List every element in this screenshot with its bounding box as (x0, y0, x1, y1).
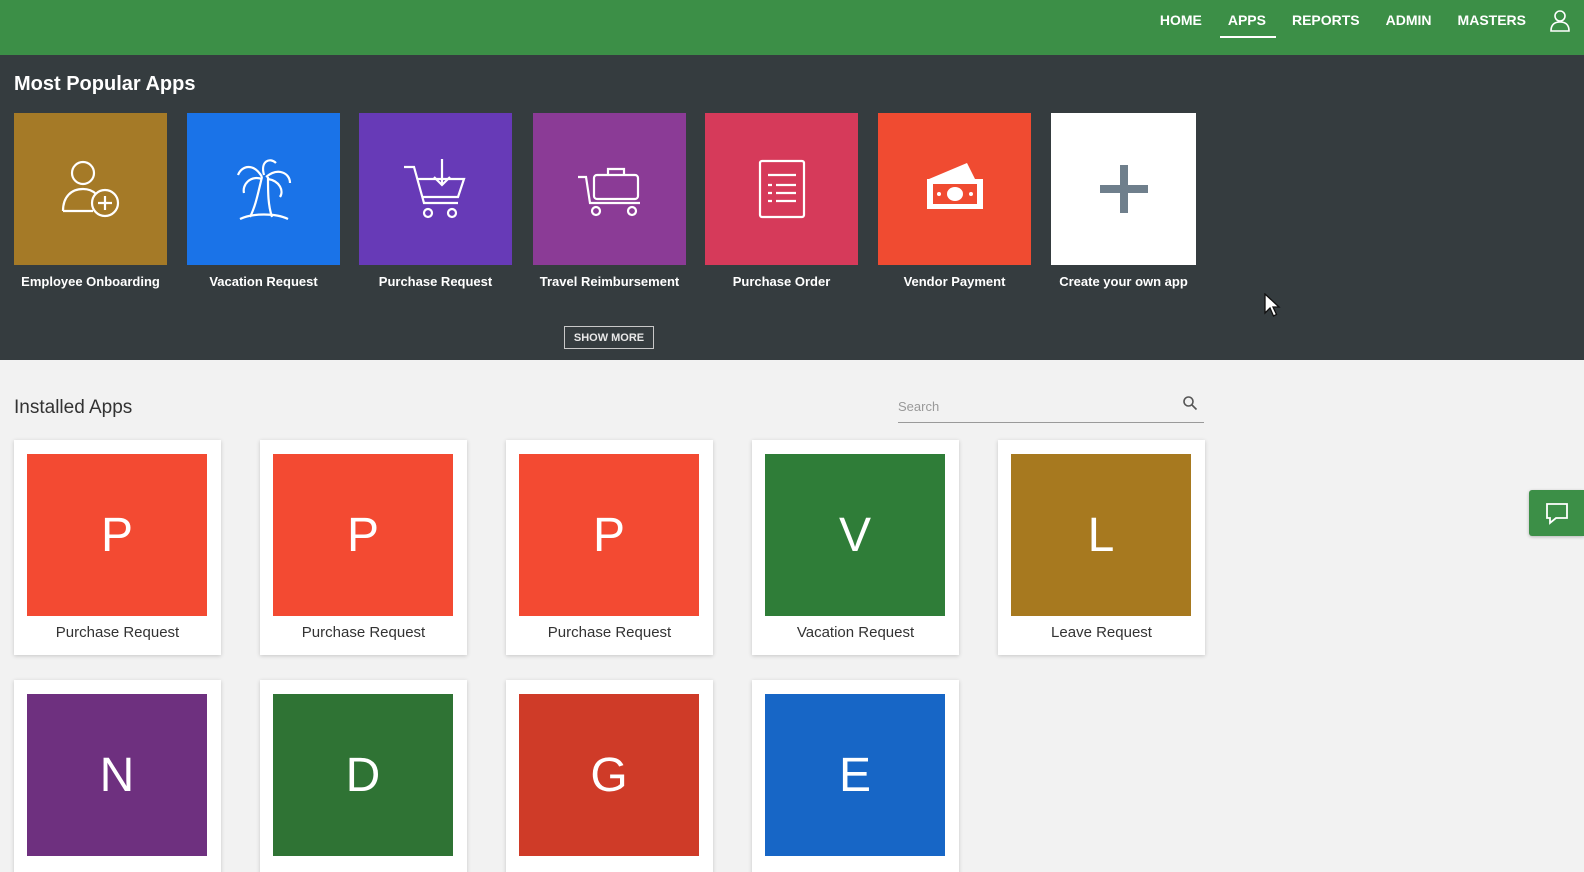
app-letter: E (765, 694, 945, 856)
tile-vacation-request[interactable] (187, 113, 340, 265)
app-card-vacation-request[interactable]: V Vacation Request (752, 440, 959, 655)
nav-admin[interactable]: ADMIN (1386, 0, 1432, 55)
tile-label: Purchase Order (732, 274, 831, 289)
money-icon (926, 163, 983, 209)
installed-apps-title: Installed Apps (14, 397, 133, 418)
app-card-purchase-request[interactable]: P Purchase Request (506, 440, 713, 655)
app-letter: D (273, 694, 453, 856)
app-card-n[interactable]: N (14, 680, 221, 872)
app-label: Vacation Request (796, 624, 915, 641)
app-letter: V (765, 454, 945, 616)
tile-employee-onboarding[interactable] (14, 113, 167, 265)
search-input[interactable] (898, 392, 1168, 420)
plus-icon (1099, 165, 1148, 213)
tile-purchase-order[interactable] (705, 113, 858, 265)
tile-travel-reimbursement[interactable] (533, 113, 686, 265)
tile-label: Travel Reimbursement (539, 274, 680, 289)
cart-icon (403, 159, 466, 219)
palm-tree-icon (236, 159, 291, 221)
feedback-button[interactable] (1529, 490, 1584, 536)
nav-home[interactable]: HOME (1160, 0, 1202, 55)
tile-label: Vendor Payment (903, 274, 1006, 289)
tile-label: Purchase Request (378, 274, 493, 289)
nav-apps[interactable]: APPS (1219, 0, 1277, 55)
app-label: Leave Request (1051, 624, 1152, 641)
mouse-cursor-icon (1264, 293, 1281, 317)
section-title: Most Popular Apps (14, 73, 196, 95)
tile-create-app[interactable] (1051, 113, 1196, 265)
search-icon[interactable] (1182, 395, 1198, 411)
nav-reports[interactable]: REPORTS (1292, 0, 1360, 55)
top-nav-bar: HOME APPS REPORTS ADMIN MASTERS (0, 0, 1584, 55)
app-label: Purchase Request (547, 624, 672, 641)
tile-label: Employee Onboarding (21, 274, 160, 289)
app-card-g[interactable]: G (506, 680, 713, 872)
app-letter: N (27, 694, 207, 856)
app-card-purchase-request[interactable]: P Purchase Request (260, 440, 467, 655)
tile-purchase-request[interactable] (359, 113, 512, 265)
app-label: Purchase Request (301, 624, 426, 641)
app-letter: P (519, 454, 699, 616)
popular-apps-section: Most Popular Apps Employee Onboarding Va… (0, 55, 1584, 360)
add-user-icon (61, 160, 119, 218)
main-nav: HOME APPS REPORTS ADMIN MASTERS (1134, 0, 1526, 55)
app-letter: P (273, 454, 453, 616)
search-box (898, 392, 1204, 423)
nav-masters[interactable]: MASTERS (1458, 0, 1526, 55)
document-list-icon (758, 159, 805, 219)
tile-label: Create your own app (1059, 274, 1188, 289)
show-more-button[interactable]: SHOW MORE (564, 326, 654, 349)
app-card-leave-request[interactable]: L Leave Request (998, 440, 1205, 655)
app-letter: G (519, 694, 699, 856)
tile-label: Vacation Request (209, 274, 318, 289)
app-letter: P (27, 454, 207, 616)
app-label: Purchase Request (55, 624, 180, 641)
app-card-d[interactable]: D (260, 680, 467, 872)
tile-vendor-payment[interactable] (878, 113, 1031, 265)
chat-icon (1545, 503, 1568, 525)
user-icon[interactable] (1548, 8, 1572, 32)
app-card-e[interactable]: E (752, 680, 959, 872)
app-card-purchase-request[interactable]: P Purchase Request (14, 440, 221, 655)
app-letter: L (1011, 454, 1191, 616)
luggage-cart-icon (577, 167, 640, 217)
